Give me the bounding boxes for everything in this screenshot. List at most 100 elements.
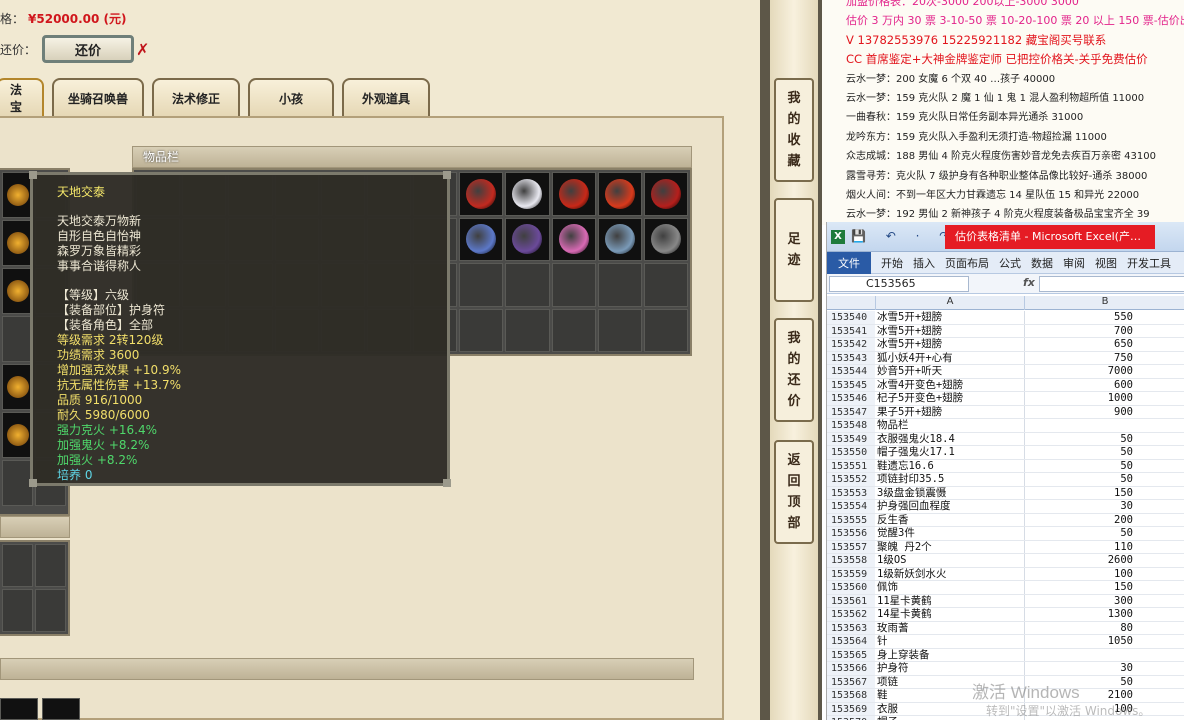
tab-spell-modify[interactable]: 法术修正 <box>152 78 240 116</box>
nav-my-bargains[interactable]: 我 的 还 价 <box>774 318 814 422</box>
cell-b[interactable]: 1000 <box>1025 392 1135 405</box>
inventory-empty-slot[interactable] <box>505 263 550 307</box>
table-row[interactable]: 153558 1级OS 2600 <box>827 554 1184 568</box>
tab-developer[interactable]: 开发工具 <box>1127 255 1171 271</box>
table-row[interactable]: 153553 3级盘金锁震慑 150 <box>827 486 1184 500</box>
cell-a[interactable]: 护身符 <box>875 662 1025 675</box>
cell-b[interactable]: 200 <box>1025 514 1135 527</box>
inventory-empty-slot[interactable] <box>597 308 642 352</box>
cell-a[interactable]: 冰雪5开+翅膀 <box>875 324 1025 337</box>
cell-b[interactable]: 600 <box>1025 379 1135 392</box>
cell-b[interactable]: 900 <box>1025 406 1135 419</box>
formula-input[interactable] <box>1039 276 1184 292</box>
cell-b[interactable]: 650 <box>1025 338 1135 351</box>
inventory-empty-slot[interactable] <box>643 308 688 352</box>
cell-b[interactable]: 2600 <box>1025 554 1135 567</box>
table-row[interactable]: 153559 1级新妖剑水火 100 <box>827 567 1184 581</box>
cell-b[interactable]: 50 <box>1025 527 1135 540</box>
nav-my-favorites[interactable]: 我 的 收 藏 <box>774 78 814 182</box>
table-row[interactable]: 153542 冰雪5开+翅膀 650 <box>827 338 1184 352</box>
inventory-empty-slot[interactable] <box>459 308 504 352</box>
table-row[interactable]: 153562 14星卡黄鹤 1300 <box>827 608 1184 622</box>
item-slot[interactable] <box>2 544 33 587</box>
inventory-item-slot[interactable] <box>505 217 550 261</box>
tab-review[interactable]: 审阅 <box>1063 255 1085 271</box>
cell-a[interactable]: 玫雨蓍 <box>875 621 1025 634</box>
cell-a[interactable]: 冰雪5开+翅膀 <box>875 338 1025 351</box>
column-header-b[interactable]: B <box>1025 296 1184 310</box>
equipped-item-slot[interactable] <box>2 412 33 458</box>
table-row[interactable]: 153549 衣服强鬼火18.4 50 <box>827 432 1184 446</box>
column-header-a[interactable]: A <box>875 296 1025 310</box>
bargain-button[interactable]: 还价 <box>42 35 135 63</box>
tab-home[interactable]: 开始 <box>881 255 903 271</box>
cell-b[interactable]: 700 <box>1025 325 1135 338</box>
cell-b[interactable]: 50 <box>1025 433 1135 446</box>
cell-b[interactable]: 100 <box>1025 568 1135 581</box>
tab-view[interactable]: 视图 <box>1095 255 1117 271</box>
cell-b[interactable]: 30 <box>1025 662 1135 675</box>
inventory-empty-slot[interactable] <box>459 263 504 307</box>
cell-a[interactable]: 1级新妖剑水火 <box>875 567 1025 580</box>
cell-a[interactable]: 帽子强鬼火17.1 <box>875 446 1025 459</box>
inventory-item-slot[interactable] <box>643 172 688 216</box>
cell-b[interactable]: 110 <box>1025 541 1135 554</box>
table-row[interactable]: 153557 聚魄 丹2个 110 <box>827 540 1184 554</box>
table-row[interactable]: 153547 果子5开+翅膀 900 <box>827 405 1184 419</box>
cell-b[interactable]: 50 <box>1025 446 1135 459</box>
table-row[interactable]: 153550 帽子强鬼火17.1 50 <box>827 446 1184 460</box>
cell-a[interactable]: 佩饰 <box>875 581 1025 594</box>
cell-b[interactable]: 150 <box>1025 487 1135 500</box>
inventory-empty-slot[interactable] <box>597 263 642 307</box>
inventory-item-slot[interactable] <box>597 172 642 216</box>
cell-a[interactable]: 11星卡黄鹤 <box>875 594 1025 607</box>
tab-insert[interactable]: 插入 <box>913 255 935 271</box>
table-row[interactable]: 153540 冰雪5开+翅膀 550 <box>827 311 1184 325</box>
table-row[interactable]: 153555 反生香 200 <box>827 513 1184 527</box>
cell-b[interactable]: 1300 <box>1025 608 1135 621</box>
cell-a[interactable]: 物品栏 <box>875 419 1025 432</box>
cell-a[interactable]: 项链封印35.5 <box>875 473 1025 486</box>
tab-appearance[interactable]: 外观道具 <box>342 78 430 116</box>
table-row[interactable]: 153564 针 1050 <box>827 635 1184 649</box>
tab-file[interactable]: 文件 <box>827 251 871 274</box>
table-row[interactable]: 153545 冰雪4开变色+翅膀 600 <box>827 378 1184 392</box>
nav-back-to-top[interactable]: 返 回 顶 部 <box>774 440 814 544</box>
tab-page-layout[interactable]: 页面布局 <box>945 255 989 271</box>
inventory-item-slot[interactable] <box>505 172 550 216</box>
cell-b[interactable]: 50 <box>1025 473 1135 486</box>
inventory-item-slot[interactable] <box>643 217 688 261</box>
item-slot[interactable] <box>0 698 38 720</box>
cell-a[interactable]: 狐小妖4开+心有 <box>875 351 1025 364</box>
cell-b[interactable]: 750 <box>1025 352 1135 365</box>
table-row[interactable]: 153566 护身符 30 <box>827 662 1184 676</box>
table-row[interactable]: 153565 身上穿装备 <box>827 648 1184 662</box>
cell-a[interactable]: 冰雪4开变色+翅膀 <box>875 378 1025 391</box>
equipped-item-slot[interactable] <box>2 220 33 266</box>
cell-b[interactable]: 300 <box>1025 595 1135 608</box>
cell-a[interactable]: 针 <box>875 635 1025 648</box>
item-slot[interactable] <box>2 589 33 632</box>
inventory-empty-slot[interactable] <box>643 263 688 307</box>
cell-b[interactable] <box>1025 419 1135 432</box>
inventory-empty-slot[interactable] <box>505 308 550 352</box>
tab-mounts-pets[interactable]: 坐骑召唤兽 <box>52 78 144 116</box>
name-box[interactable]: C153565 <box>829 276 969 292</box>
table-row[interactable]: 153551 鞋遗忘16.6 50 <box>827 459 1184 473</box>
tab-fabao[interactable]: 法宝 <box>0 78 44 116</box>
cell-a[interactable]: 鞋遗忘16.6 <box>875 459 1025 472</box>
item-slot[interactable] <box>42 698 80 720</box>
table-row[interactable]: 153546 杞子5开变色+翅膀 1000 <box>827 392 1184 406</box>
cell-a[interactable]: 觉醒3件 <box>875 527 1025 540</box>
table-row[interactable]: 153560 佩饰 150 <box>827 581 1184 595</box>
equipped-item-slot[interactable] <box>2 364 33 410</box>
cell-a[interactable]: 杞子5开变色+翅膀 <box>875 392 1025 405</box>
table-row[interactable]: 153556 觉醒3件 50 <box>827 527 1184 541</box>
inventory-item-slot[interactable] <box>459 172 504 216</box>
cell-b[interactable]: 150 <box>1025 581 1135 594</box>
cell-b[interactable]: 50 <box>1025 460 1135 473</box>
table-row[interactable]: 153541 冰雪5开+翅膀 700 <box>827 324 1184 338</box>
cell-b[interactable]: 30 <box>1025 500 1135 513</box>
item-slot[interactable] <box>35 589 66 632</box>
inventory-empty-slot[interactable] <box>551 263 596 307</box>
